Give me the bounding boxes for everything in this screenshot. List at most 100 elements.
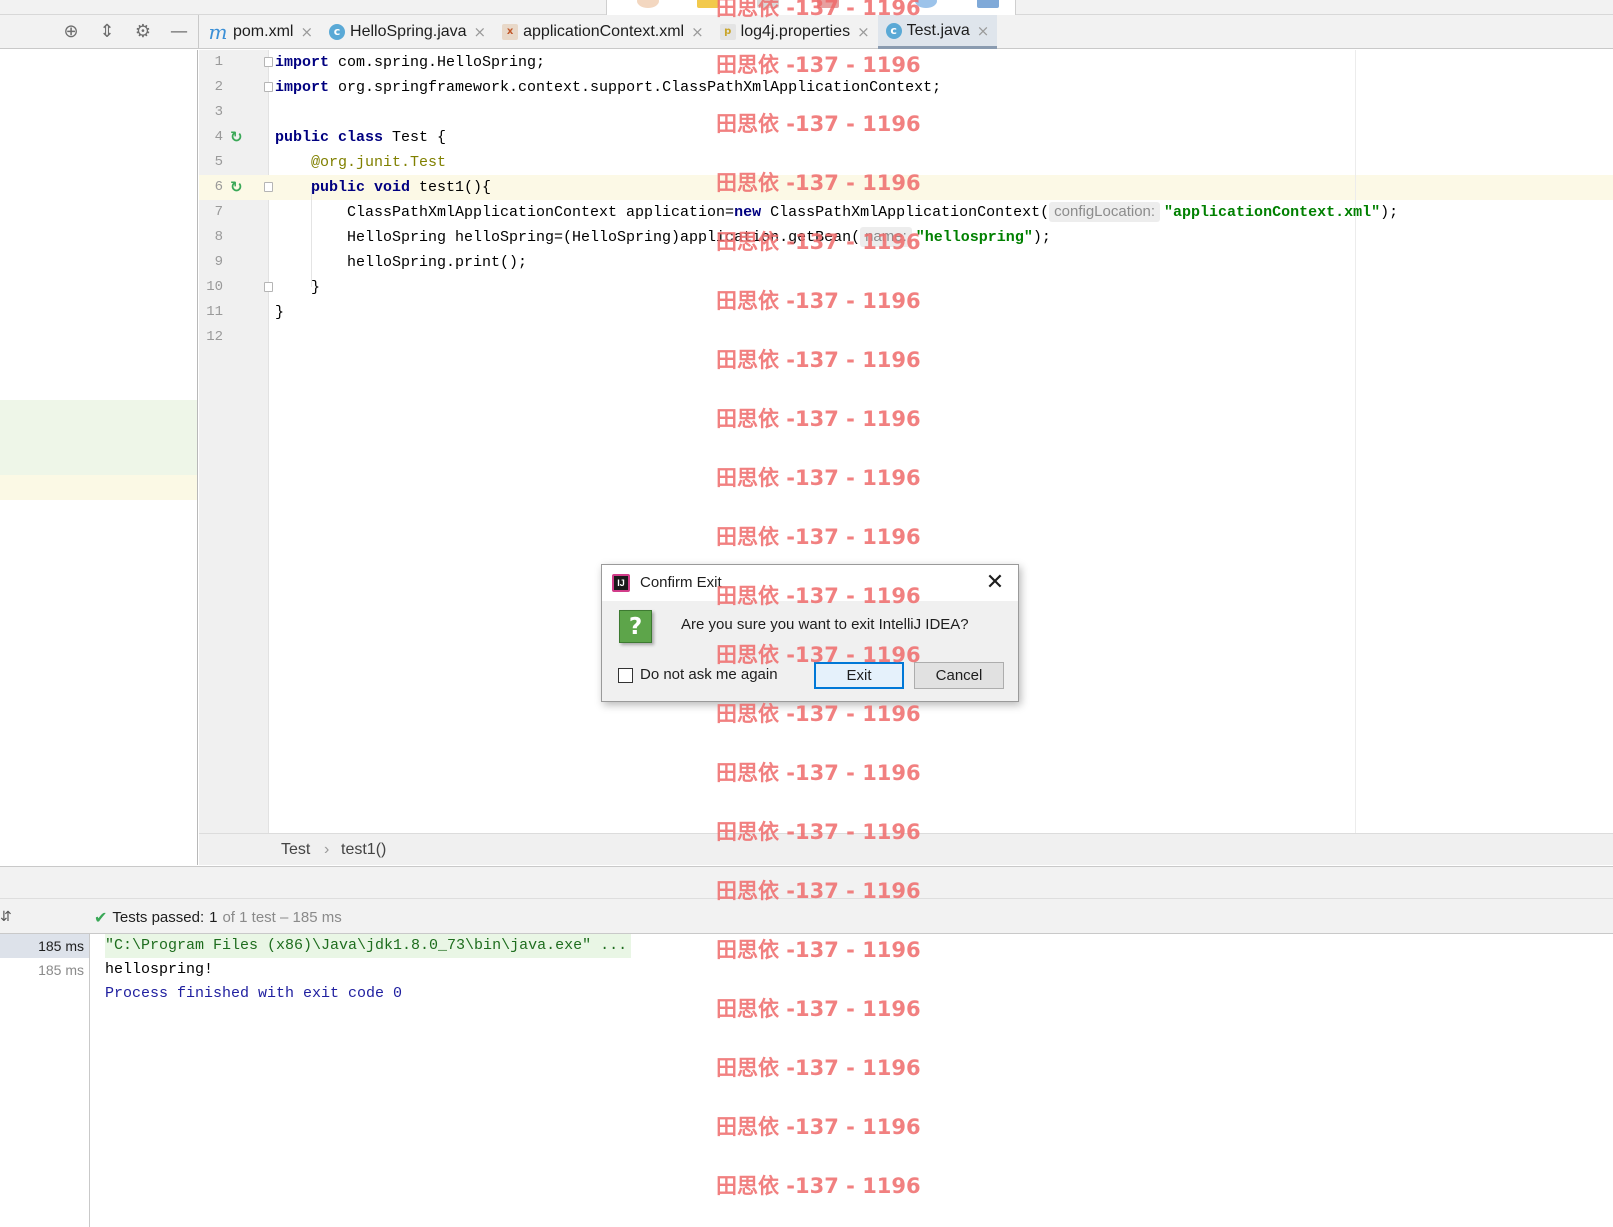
tests-passed-status: ✔ Tests passed: 1 of 1 test – 185 ms — [94, 908, 342, 927]
tab-test-java[interactable]: c Test.java × — [877, 15, 998, 49]
code-text: ClassPathXmlApplicationContext applicati… — [347, 204, 735, 221]
close-icon[interactable]: × — [300, 23, 313, 41]
annotation-name: Test — [410, 154, 447, 171]
tab-label: log4j.properties — [740, 23, 851, 40]
line-number: 10 — [206, 279, 223, 295]
tab-label: Test.java — [906, 21, 970, 39]
console-output-line: hellospring! — [105, 961, 214, 978]
tab-label: pom.xml — [233, 23, 294, 40]
do-not-ask-label[interactable]: Do not ask me again — [640, 666, 778, 683]
settings-gear-icon[interactable]: ⚙ — [132, 21, 154, 43]
code-text: test1(){ — [410, 179, 492, 196]
tab-label: applicationContext.xml — [523, 23, 685, 40]
code-line-9[interactable]: helloSpring.print(); — [347, 250, 527, 275]
breadcrumb-class[interactable]: Test — [281, 841, 310, 859]
sort-icon[interactable]: ⇵ — [0, 909, 12, 925]
project-tool-buttons: ⊕ ⇕ ⚙ — — [60, 21, 190, 43]
properties-file-icon: p — [719, 24, 736, 40]
test-tree[interactable]: 185 ms 185 ms — [0, 934, 90, 1227]
fold-marker-icon[interactable] — [264, 182, 273, 192]
close-icon[interactable]: × — [474, 23, 487, 41]
dialog-message: Are you sure you want to exit IntelliJ I… — [681, 616, 969, 633]
code-text: ); — [1032, 229, 1051, 246]
pencil-icon[interactable] — [697, 0, 719, 8]
maven-file-icon: m — [208, 20, 228, 44]
code-line-1[interactable]: import com.spring.HelloSpring; — [275, 50, 545, 75]
hide-panel-icon[interactable]: — — [168, 21, 190, 43]
pin-icon[interactable] — [977, 0, 999, 8]
line-number: 9 — [214, 254, 223, 270]
keyword: public class — [275, 129, 384, 146]
java-class-icon: c — [329, 24, 346, 40]
code-line-4[interactable]: public class Test { — [275, 125, 446, 150]
hand-icon[interactable] — [637, 0, 659, 8]
close-icon[interactable]: × — [857, 23, 870, 41]
tab-applicationcontext-xml[interactable]: x applicationContext.xml × — [494, 15, 712, 49]
code-text: com.spring.HelloSpring; — [329, 54, 546, 71]
status-count: 1 — [209, 909, 218, 926]
test-duration[interactable]: 185 ms — [0, 934, 89, 958]
parameter-hint: configLocation: — [1049, 202, 1161, 222]
line-number: 1 — [214, 54, 223, 70]
test-duration[interactable]: 185 ms — [0, 958, 89, 982]
exit-button[interactable]: Exit — [814, 662, 904, 689]
test-status-bar: ⇵ ✔ Tests passed: 1 of 1 test – 185 ms — [0, 898, 1613, 934]
capture-icon[interactable] — [915, 0, 937, 8]
run-test-method-icon[interactable]: ↻ — [230, 178, 248, 196]
tab-log4j-properties[interactable]: p log4j.properties × — [712, 15, 878, 49]
cancel-button[interactable]: Cancel — [914, 662, 1004, 689]
breadcrumb: Test › test1() — [199, 833, 1613, 865]
keyword: import — [275, 54, 330, 71]
code-line-11[interactable]: } — [275, 300, 284, 325]
fold-marker-icon[interactable] — [264, 282, 273, 292]
code-text: org.springframework.context.support.Clas… — [329, 79, 942, 96]
dialog-titlebar: IJ Confirm Exit ✕ — [602, 565, 1018, 601]
code-line-5[interactable]: @org.junit.Test — [311, 150, 446, 175]
code-line-6[interactable]: public void test1(){ — [311, 175, 491, 200]
line-number: 6 — [214, 179, 223, 195]
project-tree-selection — [0, 475, 197, 500]
tab-hellospring-java[interactable]: c HelloSpring.java × — [321, 15, 494, 49]
fold-marker-icon[interactable] — [264, 57, 273, 67]
keyword: public void — [311, 179, 411, 196]
line-number: 8 — [214, 229, 223, 245]
fold-marker-icon[interactable] — [264, 82, 273, 92]
string-literal: "applicationContext.xml" — [1164, 204, 1381, 221]
tab-pom-xml[interactable]: m pom.xml × — [200, 15, 321, 49]
run-test-class-icon[interactable]: ↻ — [230, 128, 248, 146]
intellij-app-icon: IJ — [612, 574, 630, 592]
project-panel[interactable] — [0, 50, 198, 865]
editor-tabs: m pom.xml × c HelloSpring.java × x appli… — [200, 15, 998, 49]
tab-separator — [198, 15, 199, 49]
locate-icon[interactable]: ⊕ — [60, 21, 82, 43]
parameter-hint: name: — [860, 227, 912, 247]
eraser-icon[interactable] — [757, 0, 779, 8]
breadcrumb-method[interactable]: test1() — [341, 841, 386, 859]
code-line-7[interactable]: ClassPathXmlApplicationContext applicati… — [347, 200, 1398, 225]
close-icon[interactable]: × — [977, 22, 990, 40]
tab-label: HelloSpring.java — [350, 23, 467, 40]
project-tree-highlight — [0, 400, 197, 475]
close-icon[interactable]: × — [691, 23, 704, 41]
console-output[interactable]: "C:\Program Files (x86)\Java\jdk1.8.0_73… — [91, 934, 1613, 1227]
console-exit-line: Process finished with exit code 0 — [105, 985, 403, 1002]
line-number: 3 — [214, 104, 223, 120]
collapse-all-icon[interactable]: ⇕ — [96, 21, 118, 43]
code-line-8[interactable]: HelloSpring helloSpring=(HelloSpring)app… — [347, 225, 1051, 250]
line-number: 2 — [214, 79, 223, 95]
close-icon[interactable]: ✕ — [980, 569, 1010, 597]
indent-guide — [311, 187, 312, 287]
do-not-ask-checkbox[interactable] — [618, 668, 633, 683]
line-number: 7 — [214, 204, 223, 220]
code-editor[interactable] — [270, 50, 1613, 833]
code-line-2[interactable]: import org.springframework.context.suppo… — [275, 75, 941, 100]
code-text: Test { — [383, 129, 447, 146]
question-icon: ? — [619, 610, 652, 643]
keyword: import — [275, 79, 330, 96]
code-line-10[interactable]: } — [311, 275, 320, 300]
code-text: ); — [1380, 204, 1399, 221]
line-number: 12 — [206, 329, 223, 345]
ide-window: { "tabs": [ {"icon": "maven-file-icon", … — [0, 0, 1613, 1227]
highlight-icon[interactable] — [817, 0, 839, 8]
java-class-icon: c — [885, 22, 902, 39]
